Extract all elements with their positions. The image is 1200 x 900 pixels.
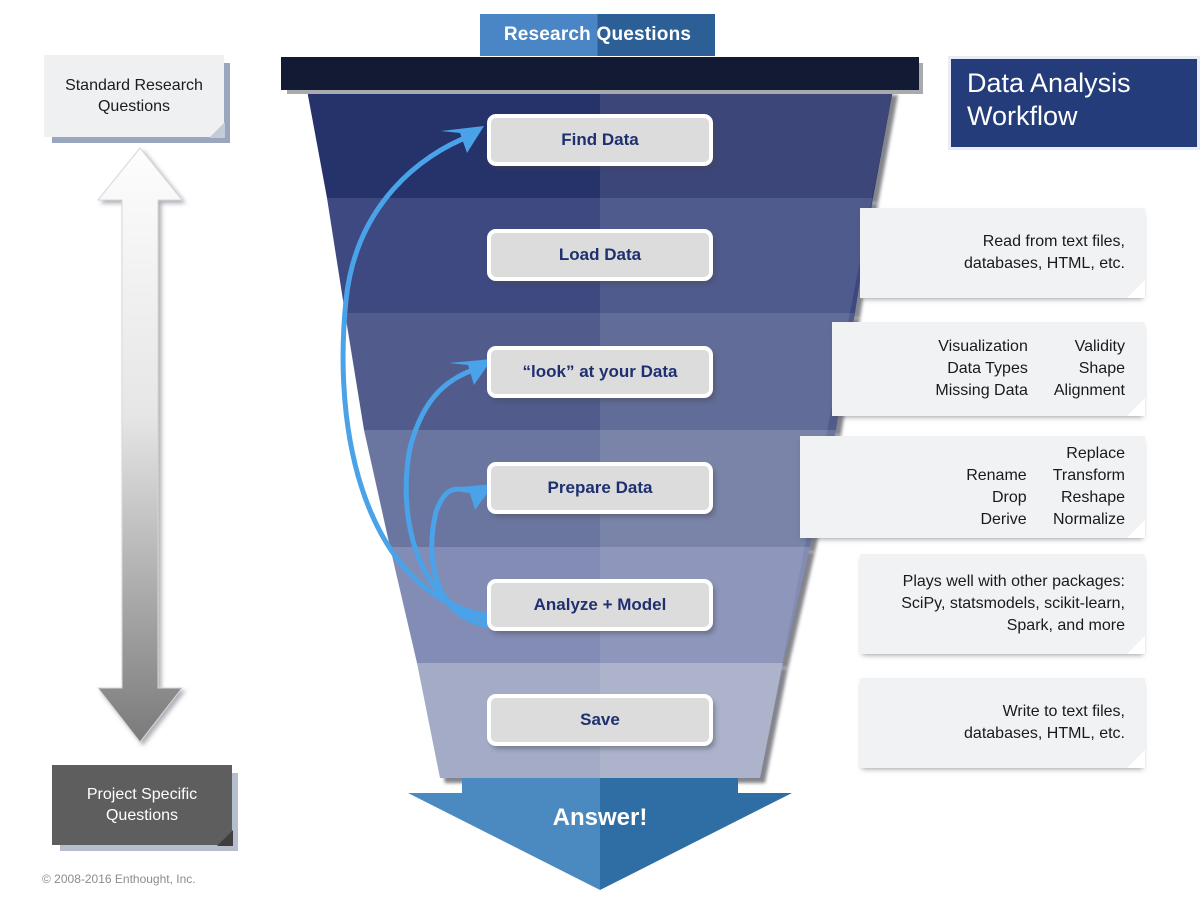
funnel-highlight-split: [600, 90, 893, 778]
stage-button-load-data[interactable]: Load Data: [487, 229, 713, 281]
callout-item: Data Types: [947, 360, 1028, 377]
stage-label: Find Data: [561, 130, 639, 149]
project-specific-questions-line2: Questions: [105, 807, 179, 824]
funnel-top-bar: [281, 57, 919, 90]
page-title: Data Analysis Workflow: [948, 56, 1200, 150]
standard-research-questions-note: Standard Research Questions: [44, 55, 225, 138]
stage-label: Load Data: [558, 245, 642, 264]
callout-item: Alignment: [1053, 382, 1125, 399]
callout-item: Transform: [1052, 467, 1125, 484]
page-fold-icon: [217, 830, 233, 846]
copyright-notice: © 2008-2016 Enthought, Inc.: [42, 872, 196, 886]
callout-item: Derive: [980, 511, 1027, 528]
callout-column-right: Replace Transform Reshape Normalize: [1053, 443, 1125, 531]
standard-research-questions-line1: Standard Research: [65, 77, 203, 94]
callout-item: Drop: [992, 489, 1027, 506]
stage-button-find-data[interactable]: Find Data: [487, 114, 713, 166]
callout-load-data: Read from text files, databases, HTML, e…: [860, 208, 1145, 298]
callout-column-right: Validity Shape Alignment: [1054, 336, 1125, 402]
page-fold-icon: [1127, 280, 1145, 298]
callout-line: Spark, and more: [1006, 617, 1125, 634]
research-questions-header: Research Questions: [480, 14, 715, 56]
stage-button-save[interactable]: Save: [487, 694, 713, 746]
callout-column-left: Rename Drop Derive: [966, 465, 1026, 531]
callout-look-at-data: Visualization Data Types Missing Data Va…: [832, 322, 1145, 416]
callout-line: databases, HTML, etc.: [964, 255, 1125, 272]
callout-item: Missing Data: [935, 382, 1028, 399]
stage-label: Save: [580, 710, 620, 729]
page-fold-icon: [1127, 636, 1145, 654]
callout-item: Shape: [1078, 360, 1125, 377]
answer-arrow: [408, 778, 792, 890]
callout-line: databases, HTML, etc.: [964, 725, 1125, 742]
page-fold-icon: [1127, 398, 1145, 416]
callout-line: Read from text files,: [982, 233, 1125, 250]
page-fold-icon: [1127, 750, 1145, 768]
callout-line: SciPy, statsmodels, scikit-learn,: [901, 595, 1125, 612]
stage-button-prepare-data[interactable]: Prepare Data: [487, 462, 713, 514]
callout-item: Replace: [1066, 445, 1125, 462]
callout-line: Write to text files,: [1002, 703, 1125, 720]
project-specific-questions-line1: Project Specific: [86, 786, 198, 803]
callout-analyze-model: Plays well with other packages: SciPy, s…: [860, 554, 1145, 654]
standard-research-questions-line2: Questions: [97, 98, 171, 115]
stage-label: “look” at your Data: [522, 362, 678, 381]
stage-label: Analyze + Model: [533, 595, 667, 614]
callout-item: Reshape: [1060, 489, 1125, 506]
diagram-canvas: Research Questions Data Analysis Workflo…: [0, 0, 1200, 900]
callout-prepare-data: Rename Drop Derive Replace Transform Res…: [800, 436, 1145, 538]
stage-label: Prepare Data: [547, 478, 653, 497]
page-fold-icon: [209, 122, 225, 138]
callout-item: Visualization: [938, 338, 1028, 355]
stage-button-analyze-model[interactable]: Analyze + Model: [487, 579, 713, 631]
page-fold-icon: [1127, 520, 1145, 538]
research-questions-header-label: Research Questions: [503, 24, 692, 45]
callout-item: Rename: [966, 467, 1027, 484]
page-title-line1: Data Analysis: [967, 68, 1131, 98]
callout-item: Normalize: [1052, 511, 1125, 528]
callout-column-left: Visualization Data Types Missing Data: [935, 336, 1027, 402]
callout-item: Validity: [1074, 338, 1125, 355]
project-specific-questions-note: Project Specific Questions: [52, 765, 233, 846]
stage-button-look-at-data[interactable]: “look” at your Data: [487, 346, 713, 398]
callout-save: Write to text files, databases, HTML, et…: [860, 678, 1145, 768]
double-headed-vertical-arrow: [96, 147, 184, 743]
page-title-line2: Workflow: [967, 101, 1078, 131]
callout-line: Plays well with other packages:: [902, 573, 1125, 590]
